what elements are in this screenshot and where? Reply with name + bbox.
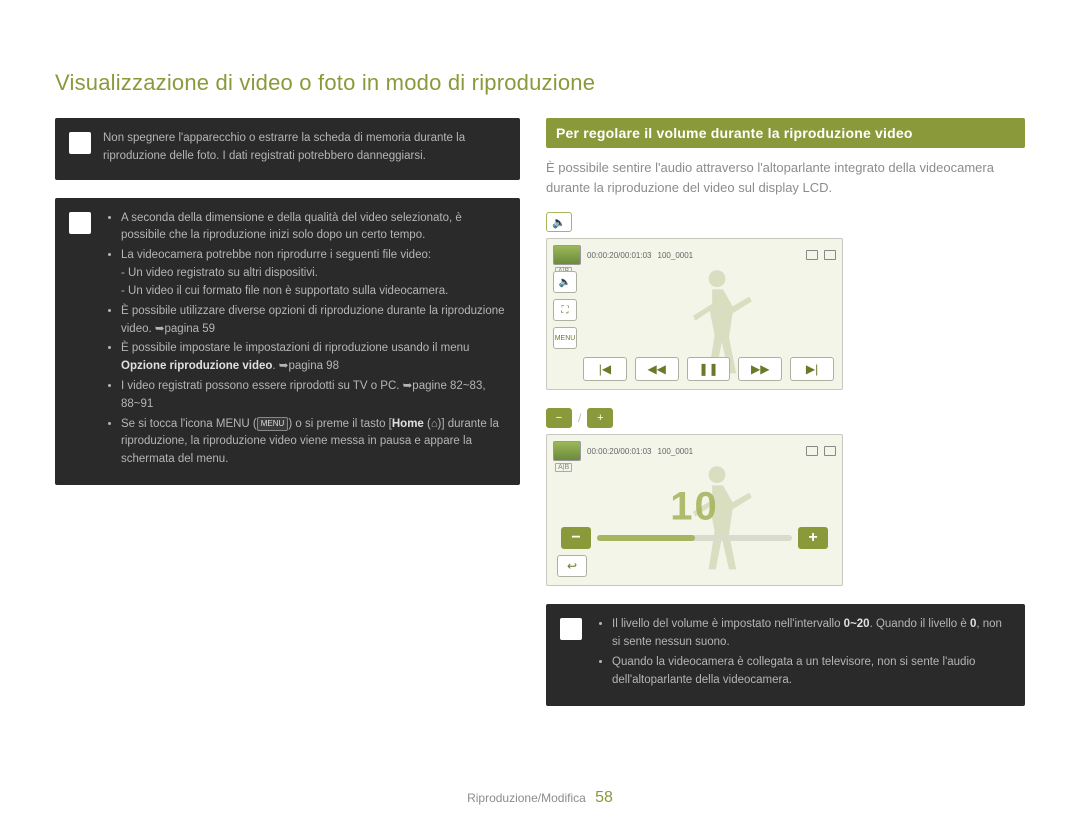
playback-time: 00:00:20/00:01:03: [587, 447, 652, 456]
screen-left-icons: 🔈 ⛶ MENU: [553, 271, 577, 349]
warning-text: Non spegnere l'apparecchio o estrarre la…: [103, 130, 506, 166]
lcd-playback-screen: 00:00:20/00:01:03 100_0001 A|B 🔈 ⛶ MENU …: [546, 238, 843, 390]
screen-topbar: 00:00:20/00:01:03 100_0001: [553, 245, 836, 265]
battery-icon: [824, 446, 836, 456]
volume-notes-box: Il livello del volume è impostato nell'i…: [546, 604, 1025, 705]
home-icon: ⌂: [431, 416, 438, 433]
section-heading: Per regolare il volume durante la riprod…: [546, 118, 1025, 148]
playback-time: 00:00:20/00:01:03: [587, 251, 652, 260]
volume-down-button[interactable]: −: [561, 527, 591, 549]
fast-forward-button[interactable]: ▶▶: [738, 357, 782, 381]
minus-icon: −: [546, 408, 572, 428]
speaker-button[interactable]: 🔈: [553, 271, 577, 293]
page-title: Visualizzazione di video o foto in modo …: [55, 70, 1025, 96]
note-icon: [560, 618, 582, 640]
clip-name: 100_0001: [658, 447, 694, 456]
note-item: È possibile utilizzare diverse opzioni d…: [121, 303, 506, 339]
rewind-button[interactable]: ◀◀: [635, 357, 679, 381]
volume-bar[interactable]: [597, 535, 792, 541]
ab-repeat-icon: A|B: [555, 463, 572, 472]
step-2-row: − / +: [546, 408, 1025, 428]
note-item: È possibile impostare le impostazioni di…: [121, 340, 506, 376]
notes-box: A seconda della dimensione e della quali…: [55, 198, 520, 485]
note-item: Se si tocca l'icona MENU (MENU) o si pre…: [121, 416, 506, 469]
footer-section: Riproduzione/Modifica: [467, 791, 586, 805]
screen-topbar: 00:00:20/00:01:03 100_0001: [553, 441, 836, 461]
speaker-icon: 🔈: [546, 212, 572, 232]
note-item: La videocamera potrebbe non riprodurre i…: [121, 247, 506, 300]
menu-chip-icon: MENU: [257, 417, 289, 431]
step-1-row: 🔈: [546, 212, 1025, 232]
clip-name: 100_0001: [658, 251, 694, 260]
note-item: Il livello del volume è impostato nell'i…: [612, 616, 1011, 652]
note-item: I video registrati possono essere riprod…: [121, 378, 506, 414]
manual-page: Visualizzazione di video o foto in modo …: [0, 0, 1080, 825]
page-footer: Riproduzione/Modifica 58: [0, 789, 1080, 807]
thumbnail-icon: [553, 245, 581, 265]
prev-button[interactable]: |◀: [583, 357, 627, 381]
lcd-volume-screen: 00:00:20/00:01:03 100_0001 A|B 10 − + ↩: [546, 434, 843, 586]
warning-icon: [69, 132, 91, 154]
notes-list: A seconda della dimensione e della quali…: [103, 210, 506, 471]
expand-button[interactable]: ⛶: [553, 299, 577, 321]
section-intro: È possibile sentire l'audio attraverso l…: [546, 158, 1025, 198]
volume-level: 10: [670, 485, 719, 530]
left-column: Non spegnere l'apparecchio o estrarre la…: [55, 118, 520, 724]
playback-controls: |◀ ◀◀ ❚❚ ▶▶ ▶|: [583, 357, 834, 381]
card-icon: [806, 446, 818, 456]
volume-notes-list: Il livello del volume è impostato nell'i…: [594, 616, 1011, 691]
note-item: A seconda della dimensione e della quali…: [121, 210, 506, 246]
note-item: Quando la videocamera è collegata a un t…: [612, 654, 1011, 690]
next-button[interactable]: ▶|: [790, 357, 834, 381]
volume-up-button[interactable]: +: [798, 527, 828, 549]
step-2-glyphs: − / +: [546, 408, 613, 428]
back-button[interactable]: ↩: [557, 555, 587, 577]
two-column-layout: Non spegnere l'apparecchio o estrarre la…: [55, 118, 1025, 724]
step-1-glyphs: 🔈: [546, 212, 572, 232]
menu-button[interactable]: MENU: [553, 327, 577, 349]
note-icon: [69, 212, 91, 234]
warning-box: Non spegnere l'apparecchio o estrarre la…: [55, 118, 520, 180]
right-column: Per regolare il volume durante la riprod…: [546, 118, 1025, 724]
pause-button[interactable]: ❚❚: [687, 357, 731, 381]
page-number: 58: [595, 789, 613, 806]
card-icon: [806, 250, 818, 260]
battery-icon: [824, 250, 836, 260]
thumbnail-icon: [553, 441, 581, 461]
plus-icon: +: [587, 408, 613, 428]
